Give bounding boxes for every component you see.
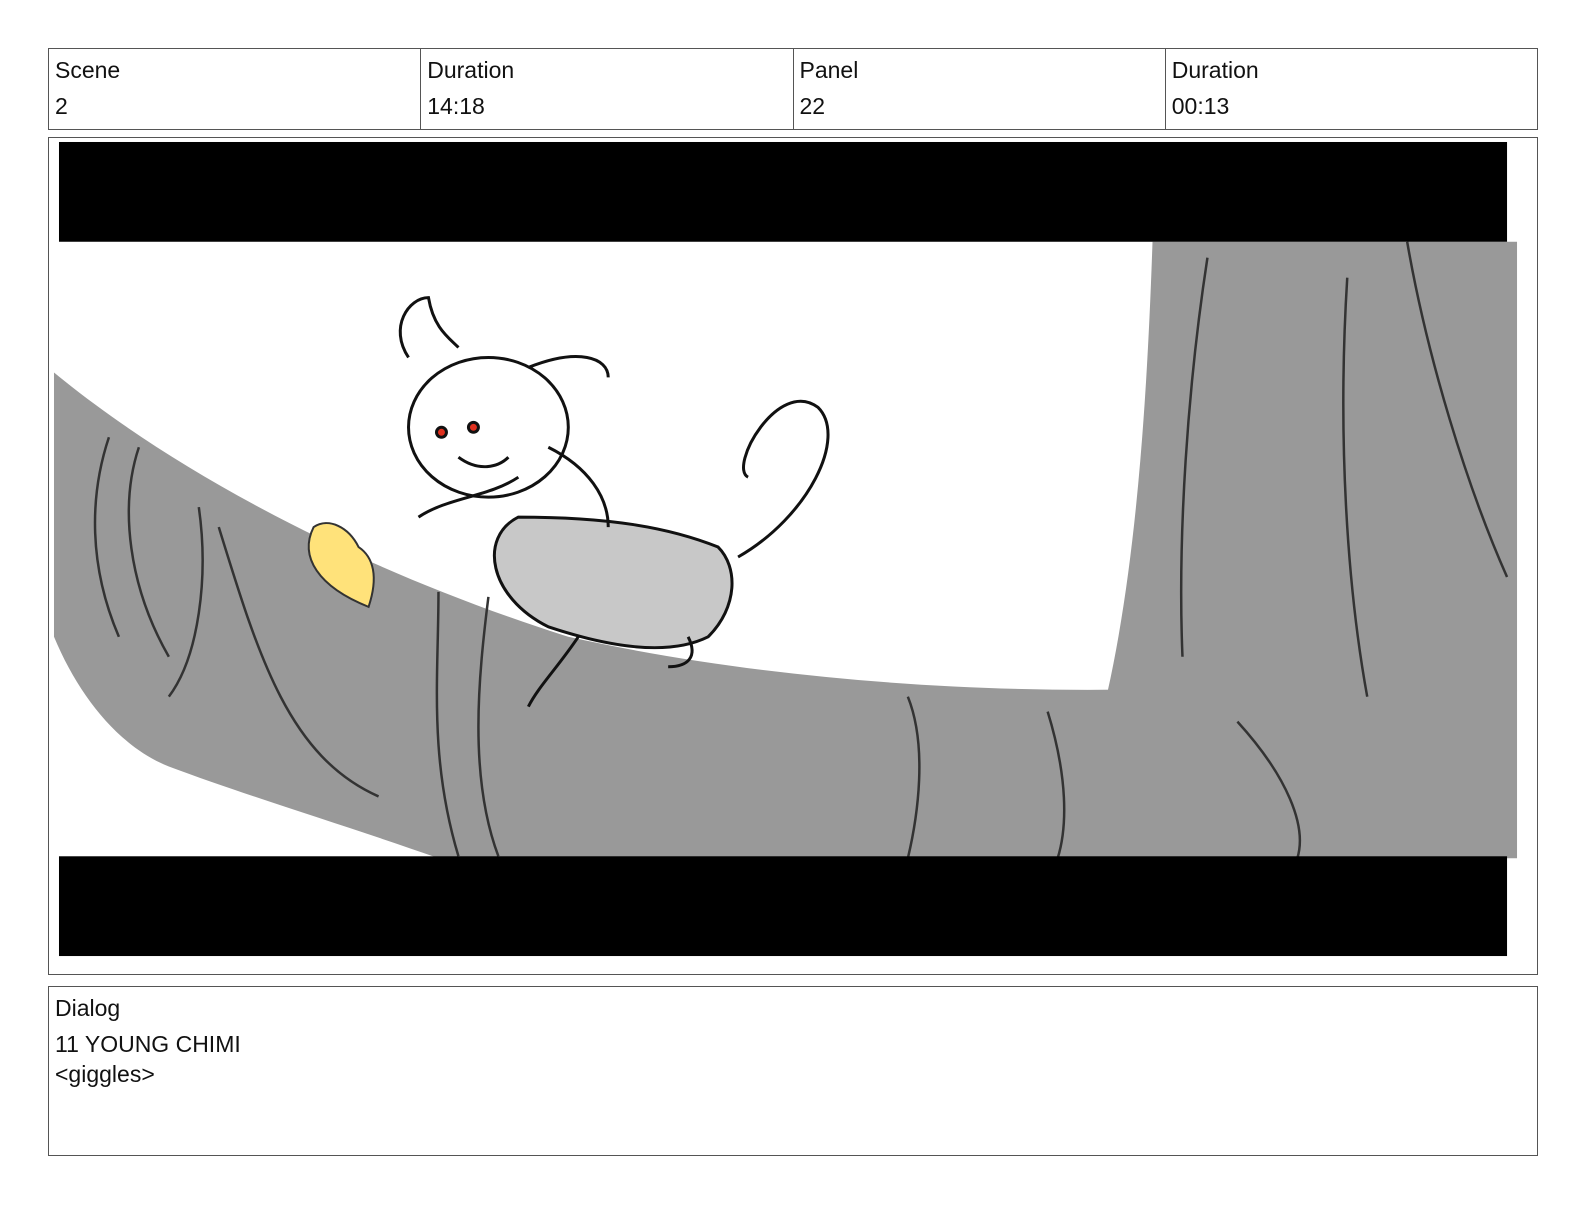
scene-duration-value: 14:18 [427, 93, 485, 119]
letterbox-top [58, 141, 1508, 242]
panel-value: 22 [799, 93, 826, 119]
panel-label: Panel [799, 57, 859, 83]
scene-value: 2 [55, 93, 68, 119]
panel-duration-value: 00:13 [1171, 93, 1230, 119]
storyboard-drawing [53, 141, 1518, 957]
scene-cell: Scene 2 [49, 49, 422, 129]
storyboard-panel [48, 137, 1538, 975]
panel-duration-cell: Duration 00:13 [1166, 49, 1537, 129]
tree-trunk [1107, 241, 1518, 692]
scene-duration-label: Duration [427, 57, 515, 83]
boy-character [398, 296, 610, 528]
dialog-label: Dialog [55, 995, 121, 1021]
dialog-box: Dialog 11 YOUNG CHIMI <giggles> [48, 986, 1538, 1156]
panel-duration-label: Duration [1171, 57, 1259, 83]
dialog-line: <giggles> [55, 1061, 155, 1087]
panel-cell: Panel 22 [794, 49, 1166, 129]
scene-duration-cell: Duration 14:18 [421, 49, 794, 129]
letterbox-bottom [58, 856, 1508, 957]
panel-info-header: Scene 2 Duration 14:18 Panel 22 Duration… [48, 48, 1538, 130]
scene-label: Scene [55, 57, 121, 83]
dialog-speaker: 11 YOUNG CHIMI [55, 1031, 241, 1057]
